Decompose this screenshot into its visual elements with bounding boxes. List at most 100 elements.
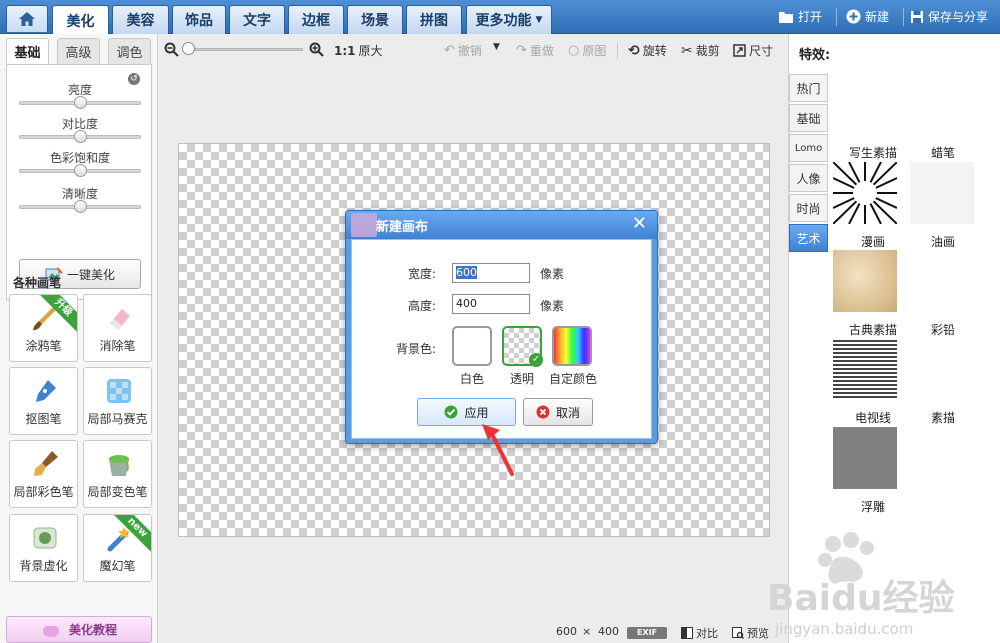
dialog-title: 新建画布 (376, 220, 429, 235)
effect-crayon-thumb[interactable] (910, 162, 974, 224)
cancel-button[interactable]: 取消 (523, 398, 593, 426)
brush-cutout[interactable]: 抠图笔 (9, 367, 78, 435)
transparent-label: 透明 (509, 372, 534, 386)
brush-bg-blur[interactable]: 背景虚化 (9, 514, 78, 582)
brush-doodle[interactable]: 涂鸦笔 升级 (9, 294, 78, 362)
subtab-basic[interactable]: 基础 (6, 38, 49, 64)
slider-knob[interactable] (73, 200, 87, 213)
zoom-in-icon (309, 42, 324, 57)
undo-button[interactable]: ↶ 撤销 (444, 42, 482, 59)
width-input[interactable]: 600 (452, 263, 530, 283)
rotate-button[interactable]: ⟲ 旋转 (628, 42, 667, 59)
canvas-width-readout: 600 (556, 625, 577, 638)
brush-local-color[interactable]: 局部彩色笔 (9, 440, 78, 508)
bg-color-label: 背景色: (395, 342, 436, 356)
brightness-slider[interactable] (19, 96, 141, 109)
resize-button[interactable]: 尺寸 (733, 42, 773, 59)
height-unit: 像素 (540, 299, 565, 313)
zoom-slider[interactable] (185, 48, 303, 51)
effect-sketch-thumb[interactable] (833, 162, 897, 224)
zoom-out-button[interactable] (164, 42, 179, 57)
category-portrait[interactable]: 人像 (789, 164, 828, 192)
effect-tv-lines-thumb[interactable] (833, 427, 897, 489)
close-icon[interactable]: ✕ (632, 213, 647, 235)
check-circle-icon (444, 405, 458, 419)
tab-accessories[interactable]: 饰品 (172, 5, 226, 34)
subtab-advanced[interactable]: 高级 (57, 38, 100, 64)
brush-bg-blur-label: 背景虚化 (19, 559, 68, 573)
redo-label: 重做 (529, 44, 554, 58)
brush-mosaic[interactable]: 局部马赛克 (83, 367, 152, 435)
tab-border[interactable]: 边框 (288, 5, 344, 34)
zoom-slider-knob[interactable] (182, 42, 195, 55)
tab-more-features[interactable]: 更多功能 ▼ (466, 5, 552, 34)
crop-button[interactable]: ✂ 裁剪 (681, 42, 720, 59)
effect-classic-sketch-thumb[interactable] (833, 338, 897, 400)
red-arrow-annotation (482, 424, 514, 476)
original-size-button[interactable]: 1:1 原大 (334, 42, 383, 59)
custom-color-option[interactable] (552, 326, 592, 366)
effect-tv-lines-label: 电视线 (854, 411, 891, 425)
brush-local-color-label: 局部彩色笔 (13, 485, 74, 499)
compare-button[interactable]: 对比 (681, 625, 718, 641)
zoom-in-button[interactable] (309, 42, 324, 57)
open-button[interactable]: 打开 (778, 8, 822, 25)
slider-knob[interactable] (73, 96, 87, 109)
original-image-button[interactable]: ○ 原图 (568, 42, 606, 59)
effect-comic-label: 漫画 (860, 235, 885, 249)
width-value: 600 (456, 266, 477, 279)
undo-dropdown[interactable]: ▼ (493, 42, 500, 52)
undo-icon: ↶ (444, 43, 455, 58)
hand-icon (42, 625, 59, 637)
tab-scene[interactable]: 场景 (347, 5, 403, 34)
category-basic[interactable]: 基础 (789, 104, 828, 132)
subtab-color[interactable]: 调色 (108, 38, 151, 64)
eraser-icon (110, 309, 130, 330)
sharpness-slider[interactable] (19, 200, 141, 213)
redo-icon: ↷ (516, 43, 527, 58)
effects-title: 特效: (799, 48, 831, 63)
save-share-button[interactable]: 保存与分享 (910, 8, 988, 25)
rotate-icon: ⟲ (628, 42, 640, 59)
blur-photo-icon (33, 527, 57, 549)
brush-eraser[interactable]: 消除笔 (83, 294, 152, 362)
white-label: 白色 (459, 372, 484, 386)
top-bar: 美化 美容 饰品 文字 边框 场景 拼图 更多功能 ▼ 打开 新建 保存与分享 (0, 0, 1000, 35)
brush-magic[interactable]: 魔幻笔 new (83, 514, 152, 582)
tab-text[interactable]: 文字 (229, 5, 285, 34)
category-hot[interactable]: 热门 (789, 74, 828, 102)
category-lomo[interactable]: Lomo (789, 134, 828, 162)
watermark-brand: Baidu经验 (767, 578, 954, 619)
effect-comic-thumb[interactable] (833, 250, 897, 312)
new-button[interactable]: 新建 (846, 8, 889, 25)
home-button[interactable] (6, 5, 48, 32)
brush-eraser-label: 消除笔 (99, 339, 136, 353)
compare-label: 对比 (696, 627, 718, 640)
times-sign: × (582, 625, 592, 638)
one-key-label: 一键美化 (66, 267, 115, 282)
saturation-slider[interactable] (19, 164, 141, 177)
slider-knob[interactable] (73, 164, 87, 177)
effect-color-pencil-label: 彩铅 (930, 323, 955, 337)
category-fashion[interactable]: 时尚 (789, 194, 828, 222)
brush-color-change-label: 局部变色笔 (87, 485, 148, 499)
tab-beauty[interactable]: 美容 (112, 5, 169, 34)
tutorial-button[interactable]: 美化教程 (6, 616, 152, 643)
folder-icon (779, 11, 793, 23)
tab-collage[interactable]: 拼图 (406, 5, 462, 34)
effect-crayon-label: 蜡笔 (930, 146, 955, 160)
white-bg-option[interactable] (452, 326, 492, 366)
transparent-bg-option[interactable]: ✓ (502, 326, 543, 367)
width-label: 宽度: (407, 267, 436, 281)
new-label: 新建 (865, 10, 890, 24)
exif-button[interactable]: EXIF (627, 627, 667, 639)
brush-color-change[interactable]: 局部变色笔 (83, 440, 152, 508)
contrast-slider[interactable] (19, 130, 141, 143)
slider-knob[interactable] (73, 130, 87, 143)
tab-beautify[interactable]: 美化 (52, 5, 109, 35)
dialog-title-bar[interactable]: 新建画布 ✕ (346, 211, 657, 239)
brushes-title: 各种画笔 (13, 276, 62, 290)
redo-button[interactable]: ↷ 重做 (516, 42, 554, 59)
category-art[interactable]: 艺术 (789, 224, 828, 252)
height-input[interactable]: 400 (452, 294, 530, 314)
